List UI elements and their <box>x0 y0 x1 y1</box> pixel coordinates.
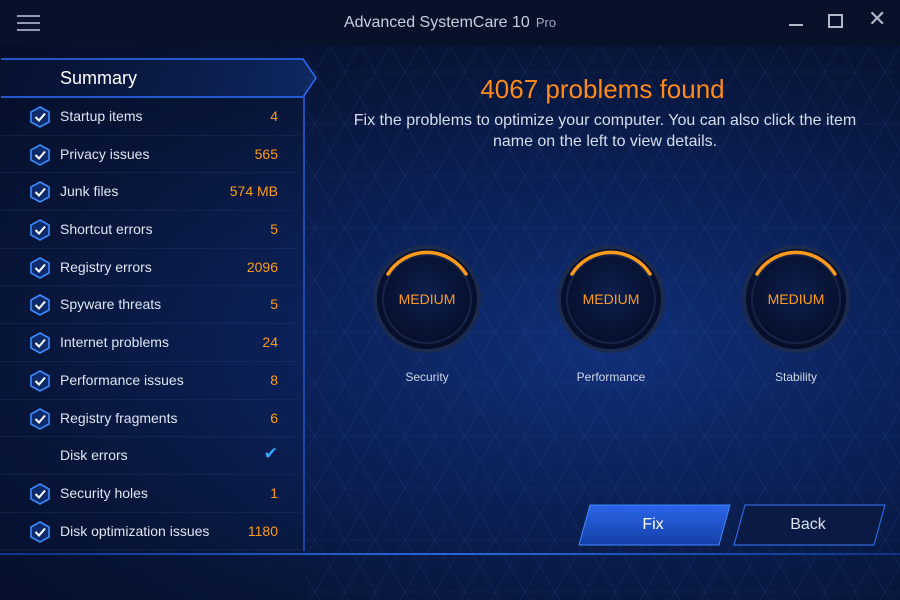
sidebar-item-label: Internet problems <box>60 334 169 351</box>
sidebar-item-count: 5 <box>270 221 278 238</box>
sidebar-item[interactable]: Startup items 4 <box>0 98 300 136</box>
sidebar-item-count: 2096 <box>246 258 278 275</box>
title-bar: Advanced SystemCare 10 Pro ✕ <box>0 0 900 46</box>
shield-check-icon <box>30 294 50 317</box>
sidebar-item-count: 5 <box>270 296 278 313</box>
shield-check-icon <box>30 219 50 241</box>
gauge: MEDIUM <box>372 244 482 354</box>
sidebar-item[interactable]: Registry errors 2096 <box>0 249 300 287</box>
shield-check-icon <box>30 369 50 392</box>
summary-tab-frame <box>1 58 317 98</box>
description-text: Fix the problems to optimize your comput… <box>353 112 857 150</box>
gauge: MEDIUM <box>741 244 851 354</box>
gauge-status: MEDIUM <box>582 291 640 307</box>
app-name: Advanced SystemCare 10 <box>343 14 530 31</box>
sidebar-item-count: 565 <box>254 145 278 162</box>
close-icon[interactable]: ✕ <box>868 8 890 32</box>
back-button-label: Back <box>790 516 826 533</box>
sidebar-item[interactable]: Disk errors ✔ <box>0 437 300 475</box>
sidebar-item[interactable]: Junk files 574 MB <box>0 173 300 212</box>
shield-check-icon <box>30 256 50 279</box>
shield-check-icon <box>30 482 50 505</box>
edition-label: Pro <box>535 15 557 30</box>
sidebar-item[interactable]: Shortcut errors 5 <box>0 211 300 249</box>
shield-check-icon <box>30 332 50 355</box>
shield-check-icon <box>30 106 50 128</box>
fix-button-label: Fix <box>642 516 664 533</box>
sidebar-item[interactable]: Internet problems 24 <box>0 324 300 362</box>
sidebar-item-count: 4 <box>270 108 278 124</box>
main-panel: Summary Startup items 4 Privacy issues 565 J… <box>0 46 900 600</box>
checkmark-icon: ✔ <box>263 444 278 464</box>
shield-check-icon <box>30 407 50 430</box>
sidebar-item[interactable]: Security holes 1 <box>0 475 300 513</box>
back-button[interactable]: Back <box>733 504 886 546</box>
bottom-divider <box>0 553 900 555</box>
sidebar-item[interactable]: Registry fragments 6 <box>0 400 300 438</box>
gauge: MEDIUM <box>556 244 666 354</box>
sidebar-item-count: 1 <box>270 484 278 501</box>
problems-found-headline: 4067 problems found <box>480 74 725 104</box>
shield-check-icon <box>30 181 50 204</box>
sidebar-item[interactable]: Disk optimization issues 1180 <box>0 513 300 551</box>
sidebar-item-label: Registry errors <box>60 258 152 275</box>
sidebar-item-label: Disk optimization issues <box>60 522 210 539</box>
gauge-status: MEDIUM <box>767 291 825 307</box>
sidebar-item-count: 574 MB <box>229 183 278 200</box>
sidebar-summary-tab[interactable]: Summary <box>0 58 318 98</box>
sidebar-item[interactable]: Privacy issues 565 <box>0 136 300 174</box>
sidebar: Summary Startup items 4 Privacy issues 565 J… <box>0 46 317 554</box>
maximize-icon[interactable] <box>825 10 847 32</box>
sidebar-item-label: Disk errors <box>60 447 128 464</box>
gauge-label: Performance <box>576 370 646 384</box>
sidebar-item-count: 6 <box>270 409 278 426</box>
sidebar-item-label: Registry fragments <box>60 409 178 426</box>
summary-label: Summary <box>60 68 138 88</box>
window-title: Advanced SystemCare 10 Pro <box>0 14 900 32</box>
sidebar-item-label: Performance issues <box>60 371 184 388</box>
gauge-label: Security <box>405 370 449 384</box>
sidebar-item[interactable]: Spyware threats 5 <box>0 286 300 325</box>
minimize-icon[interactable] <box>786 10 808 32</box>
sidebar-item-label: Privacy issues <box>60 145 150 162</box>
sidebar-item-count: 8 <box>270 371 278 388</box>
sidebar-item[interactable]: Performance issues 8 <box>0 362 300 400</box>
sidebar-item-label: Spyware threats <box>60 296 162 313</box>
shield-check-icon <box>30 143 50 166</box>
sidebar-item-count: 1180 <box>247 522 278 539</box>
sidebar-item-count: 24 <box>262 334 278 351</box>
sidebar-item-label: Security holes <box>60 484 148 501</box>
gauge-label: Stability <box>774 370 818 384</box>
sidebar-items: Startup items 4 Privacy issues 565 Junk file… <box>0 98 300 551</box>
sidebar-item-label: Startup items <box>60 108 143 124</box>
shield-check-icon <box>30 520 50 543</box>
sidebar-item-label: Junk files <box>60 183 119 200</box>
sidebar-divider <box>303 96 305 551</box>
sidebar-item-label: Shortcut errors <box>60 221 153 238</box>
gauge-status: MEDIUM <box>398 291 456 307</box>
fix-button[interactable]: Fix <box>578 504 731 546</box>
